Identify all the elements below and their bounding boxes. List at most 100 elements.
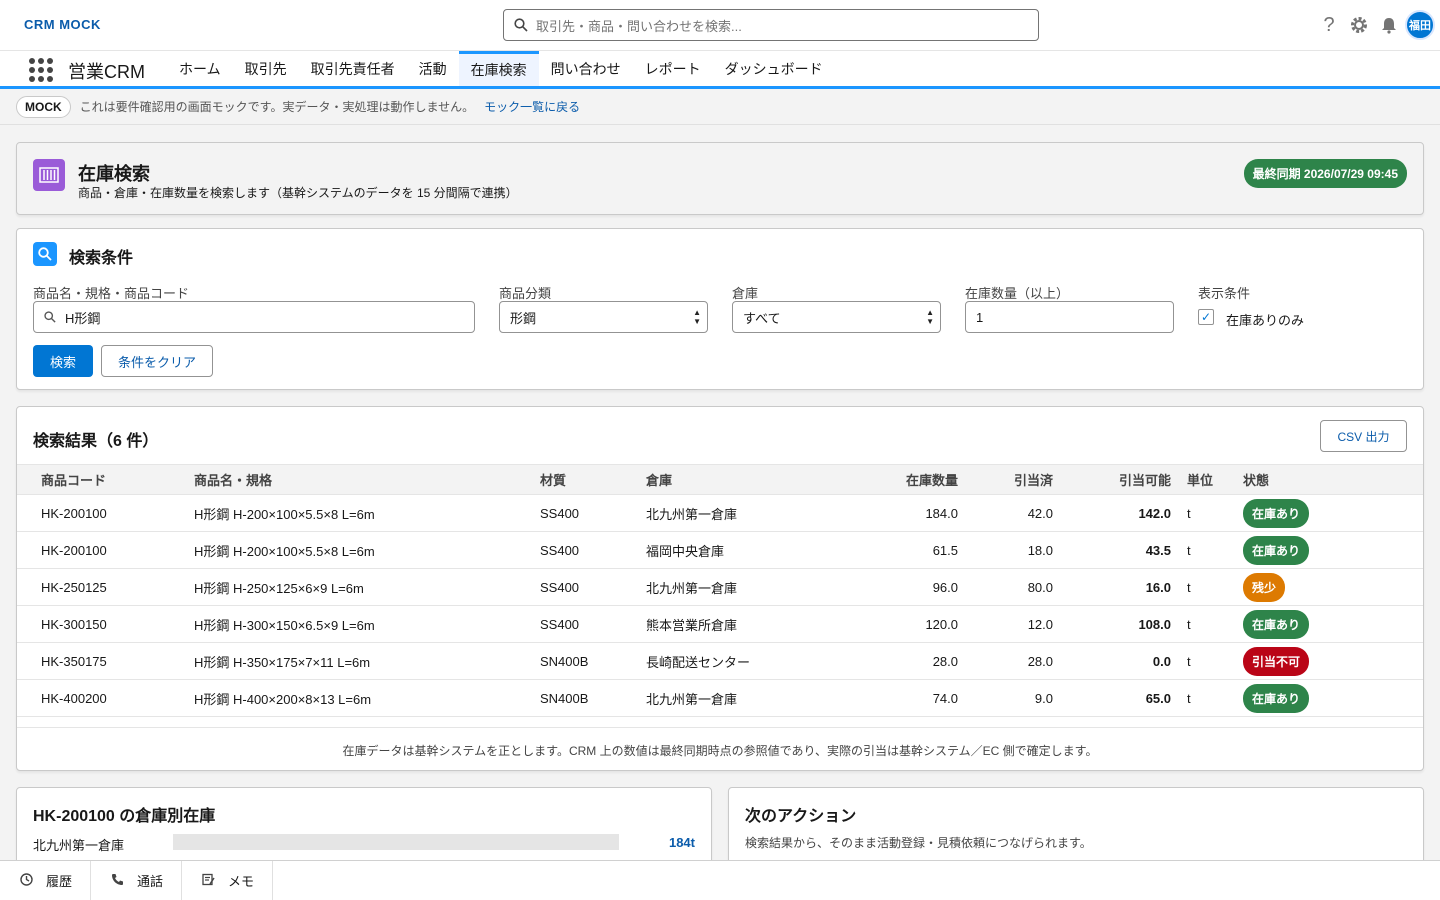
status-badge: 残少 (1243, 572, 1286, 602)
clear-conditions-button[interactable]: 条件をクリア (101, 345, 213, 377)
column-header[interactable]: 引当済 (958, 464, 1053, 495)
product-code-cell: HK-200100 (17, 531, 194, 569)
utility-item-call[interactable]: 通話 (91, 861, 183, 900)
last-sync-badge: 最終同期 2026/07/29 09:45 (1243, 159, 1407, 188)
unit-cell: t (1171, 494, 1243, 532)
warehouse-row-label: 北九州第一倉庫 (33, 838, 125, 853)
nav-item-inventory-search[interactable]: 在庫検索 (458, 51, 539, 86)
warehouse-cell: 北九州第一倉庫 (646, 568, 834, 606)
column-header[interactable]: 在庫数量 (834, 464, 958, 495)
nav-item-accounts[interactable]: 取引先 (233, 51, 299, 86)
search-conditions-card: 検索条件 商品名・規格・商品コード H形鋼 商品分類 形鋼 ▲ ▼ 倉庫 すべて … (16, 228, 1424, 390)
clock-icon (18, 872, 34, 889)
quantity-input-value: 1 (976, 309, 984, 325)
warehouse-stock-bar (173, 834, 619, 850)
product-code-cell: HK-400200 (17, 679, 194, 717)
table-row[interactable]: HK-200100 H形鋼 H-200×100×5.5×8 L=6m SS400 北九… (17, 494, 1423, 532)
warehouse-select[interactable]: すべて ▲ ▼ (732, 301, 941, 333)
utility-bar: 履歴 通話 メモ (0, 860, 1440, 900)
product-code-cell: HK-350175 (17, 642, 194, 680)
product-search-value: H形鋼 (65, 310, 101, 326)
column-header[interactable]: 商品名・規格 (194, 464, 540, 495)
available-cell: 0.0 (1053, 642, 1171, 680)
allocated-cell: 80.0 (958, 568, 1053, 606)
utility-item-label: メモ (228, 874, 255, 889)
help-icon[interactable]: ? (1314, 8, 1344, 42)
unit-cell: t (1171, 679, 1243, 717)
material-cell: SS400 (540, 531, 646, 569)
app-navigation: 営業CRM ホーム 取引先 取引先責任者 活動 在庫検索 問い合わせ レポート … (0, 50, 1440, 89)
utility-item-label: 履歴 (46, 874, 73, 889)
in-stock-only-checkbox[interactable]: ✓ (1198, 309, 1214, 325)
product-code-cell: HK-250125 (17, 568, 194, 606)
unit-cell: t (1171, 531, 1243, 569)
app-name: 営業CRM (68, 62, 145, 82)
status-badge: 引当不可 (1243, 646, 1310, 676)
search-conditions-title: 検索条件 (69, 250, 134, 267)
gear-icon[interactable] (1344, 8, 1374, 42)
brand-logo[interactable]: CRM MOCK (24, 17, 101, 32)
available-cell: 16.0 (1053, 568, 1171, 606)
warehouse-row-value: 184t (668, 835, 695, 850)
csv-export-button[interactable]: CSV 出力 (1320, 420, 1407, 452)
warehouse-cell: 福岡中央倉庫 (646, 531, 834, 569)
status-badge: 在庫あり (1243, 535, 1310, 565)
status-badge: 在庫あり (1243, 683, 1310, 713)
product-name-cell: H形鋼 H-400×200×8×13 L=6m (194, 679, 540, 717)
nav-item-home[interactable]: ホーム (167, 51, 233, 86)
product-name-cell: H形鋼 H-200×100×5.5×8 L=6m (194, 494, 540, 532)
stock-quantity-cell: 61.5 (834, 531, 958, 569)
global-search-input[interactable]: 取引先・商品・問い合わせを検索... (503, 9, 1039, 41)
nav-item-reports[interactable]: レポート (633, 51, 713, 86)
in-stock-only-label[interactable]: 在庫ありのみ (1226, 310, 1304, 329)
table-row[interactable]: HK-400200 H形鋼 H-400×200×8×13 L=6m SN400B 北九… (17, 679, 1423, 717)
column-header[interactable]: 単位 (1171, 464, 1243, 495)
quantity-input[interactable]: 1 (965, 301, 1174, 333)
nav-item-activities[interactable]: 活動 (407, 51, 459, 86)
bell-icon[interactable] (1374, 8, 1404, 42)
app-launcher-icon[interactable] (29, 58, 53, 82)
product-field-label: 商品名・規格・商品コード (33, 286, 190, 301)
nav-item-contacts[interactable]: 取引先責任者 (299, 51, 407, 86)
product-search-input[interactable]: H形鋼 (33, 301, 475, 333)
category-select[interactable]: 形鋼 ▲ ▼ (499, 301, 708, 333)
allocated-cell: 9.0 (958, 679, 1053, 717)
column-header[interactable]: 商品コード (17, 464, 194, 495)
table-row[interactable]: HK-300150 H形鋼 H-300×150×6.5×9 L=6m SS400 熊本… (17, 605, 1423, 643)
column-header[interactable]: 材質 (540, 464, 646, 495)
search-button[interactable]: 検索 (33, 345, 93, 377)
product-code-cell: HK-300150 (17, 605, 194, 643)
category-field-label: 商品分類 (499, 286, 552, 301)
column-header[interactable]: 倉庫 (646, 464, 834, 495)
material-cell: SS400 (540, 494, 646, 532)
search-results-card: 検索結果（6 件） CSV 出力 商品コード 商品名・規格 材質 倉庫 在庫数量… (16, 406, 1424, 771)
nav-item-inquiries[interactable]: 問い合わせ (539, 51, 633, 86)
unit-cell: t (1171, 568, 1243, 606)
table-header-row: 商品コード 商品名・規格 材質 倉庫 在庫数量 引当済 引当可能 単位 状態 (17, 464, 1423, 495)
page-header: 在庫検索 商品・倉庫・在庫数量を検索します（基幹システムのデータを 15 分間隔… (16, 142, 1424, 215)
stock-quantity-cell: 28.0 (834, 642, 958, 680)
back-to-mock-list-link[interactable]: モック一覧に戻る (484, 98, 580, 115)
product-code-cell: HK-200100 (17, 494, 194, 532)
status-cell: 引当不可 (1243, 642, 1423, 680)
table-row[interactable]: HK-350175 H形鋼 H-350×175×7×11 L=6m SN400B 長崎… (17, 642, 1423, 680)
avatar[interactable]: 福田 (1405, 10, 1435, 40)
column-header[interactable]: 状態 (1243, 464, 1423, 495)
table-row[interactable]: HK-250125 H形鋼 H-250×125×6×9 L=6m SS400 北九州第… (17, 568, 1423, 606)
display-condition-label: 表示条件 (1198, 286, 1251, 301)
utility-item-history[interactable]: 履歴 (0, 861, 92, 900)
unit-cell: t (1171, 642, 1243, 680)
unit-cell: t (1171, 605, 1243, 643)
product-name-cell: H形鋼 H-350×175×7×11 L=6m (194, 642, 540, 680)
utility-item-memo[interactable]: メモ (182, 861, 274, 900)
stock-quantity-cell: 184.0 (834, 494, 958, 532)
results-footnote: 在庫データは基幹システムを正とします。CRM 上の数値は最終同期時点の参照値であ… (17, 727, 1423, 759)
phone-icon (109, 873, 125, 889)
table-row[interactable]: HK-200100 H形鋼 H-200×100×5.5×8 L=6m SS400 福岡… (17, 531, 1423, 569)
quantity-field-label: 在庫数量（以上） (965, 286, 1070, 301)
material-cell: SS400 (540, 605, 646, 643)
page-title: 在庫検索 (78, 164, 150, 184)
nav-item-dashboards[interactable]: ダッシュボード (713, 51, 835, 86)
utility-icons: ? 福田 (1314, 8, 1440, 42)
column-header[interactable]: 引当可能 (1053, 464, 1171, 495)
